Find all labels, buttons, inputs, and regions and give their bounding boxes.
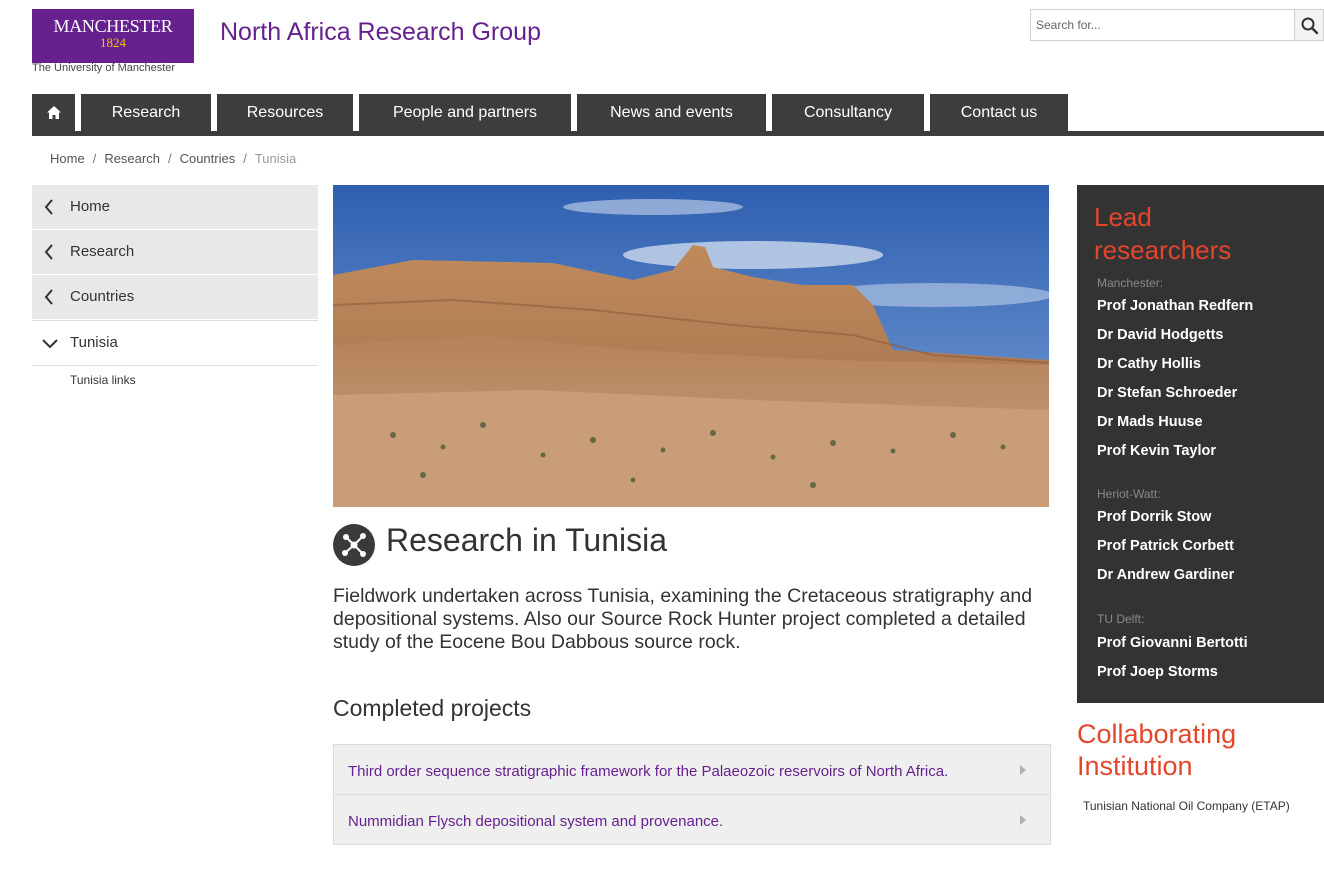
breadcrumb-countries[interactable]: Countries <box>180 151 236 166</box>
project-link-nummidian[interactable]: Nummidian Flysch depositional system and… <box>334 795 1050 845</box>
breadcrumb: Home / Research / Countries / Tunisia <box>50 151 297 166</box>
project-title: Third order sequence stratigraphic frame… <box>348 763 949 780</box>
leftnav-sub-tunisia-links[interactable]: Tunisia links <box>70 373 136 387</box>
researcher-link[interactable]: Prof Jonathan Redfern <box>1097 298 1253 314</box>
breadcrumb-home[interactable]: Home <box>50 151 85 166</box>
search-icon <box>1301 17 1319 35</box>
leftnav-label: Research <box>70 243 135 260</box>
search-input[interactable] <box>1030 9 1294 41</box>
researcher-link[interactable]: Dr David Hodgetts <box>1097 327 1224 343</box>
nav-tab-resources[interactable]: Resources <box>217 94 353 131</box>
network-icon <box>333 524 375 566</box>
researcher-link[interactable]: Dr Stefan Schroeder <box>1097 385 1237 401</box>
collaborating-institution-heading: Collaborating Institution <box>1077 719 1237 781</box>
leftnav-item-countries[interactable]: Countries <box>32 275 318 320</box>
collaborating-institution-name: Tunisian National Oil Company (ETAP) <box>1083 799 1290 813</box>
leftnav-item-home[interactable]: Home <box>32 185 318 230</box>
intro-paragraph: Fieldwork undertaken across Tunisia, exa… <box>333 585 1033 653</box>
breadcrumb-current: Tunisia <box>254 151 297 166</box>
researcher-link[interactable]: Prof Giovanni Bertotti <box>1097 635 1248 651</box>
main-navigation: Research Resources People and partners N… <box>32 94 1324 136</box>
researcher-link[interactable]: Prof Patrick Corbett <box>1097 538 1234 554</box>
leftnav-item-research[interactable]: Research <box>32 230 318 275</box>
project-list: Third order sequence stratigraphic frame… <box>333 744 1051 845</box>
project-link-palaeozoic[interactable]: Third order sequence stratigraphic frame… <box>334 745 1050 795</box>
logo-year: 1824 <box>100 35 126 50</box>
page-title-text: Research in Tunisia <box>386 522 668 558</box>
leftnav-item-tunisia[interactable]: Tunisia <box>32 320 318 366</box>
caret-right-icon <box>1020 814 1026 825</box>
researcher-link[interactable]: Prof Kevin Taylor <box>1097 443 1216 459</box>
site-title[interactable]: North Africa Research Group <box>220 18 541 47</box>
group-label-tu-delft: TU Delft: <box>1097 612 1145 626</box>
desert-landscape-image <box>333 185 1049 507</box>
completed-projects-heading: Completed projects <box>333 695 532 721</box>
leftnav-label: Home <box>70 198 111 215</box>
hero-image <box>333 185 1049 507</box>
researcher-link[interactable]: Prof Joep Storms <box>1097 664 1218 680</box>
nav-tab-news-and-events[interactable]: News and events <box>577 94 766 131</box>
group-label-manchester: Manchester: <box>1097 276 1164 290</box>
nav-underline <box>32 131 1324 136</box>
nav-tab-people-and-partners[interactable]: People and partners <box>359 94 571 131</box>
leftnav-label: Tunisia <box>70 334 118 351</box>
search-button[interactable] <box>1294 9 1324 41</box>
lead-researchers-heading: Lead researchers <box>1094 202 1232 265</box>
logo-subtitle: The University of Manchester <box>32 62 176 74</box>
lead-researchers-panel: Lead researchers Manchester: Prof Jonath… <box>1077 185 1324 703</box>
nav-home-tab[interactable] <box>32 94 75 131</box>
researcher-link[interactable]: Dr Andrew Gardiner <box>1097 567 1234 583</box>
logo-wordmark: MANCHESTER <box>53 16 173 36</box>
researcher-link[interactable]: Prof Dorrik Stow <box>1097 509 1211 525</box>
chevron-down-icon <box>42 339 58 349</box>
researcher-link[interactable]: Dr Mads Huuse <box>1097 414 1203 430</box>
chevron-left-icon <box>44 289 53 305</box>
nav-tab-consultancy[interactable]: Consultancy <box>772 94 924 131</box>
home-icon <box>46 106 61 119</box>
group-label-heriot-watt: Heriot-Watt: <box>1097 487 1161 501</box>
caret-right-icon <box>1020 764 1026 775</box>
search-form <box>1030 9 1324 41</box>
section-navigation: Home Research Countries Tunisia Tunisia … <box>32 185 318 387</box>
chevron-left-icon <box>44 199 53 215</box>
nav-tab-research[interactable]: Research <box>81 94 211 131</box>
university-logo[interactable]: MANCHESTER 1824 <box>32 9 194 63</box>
nav-tab-contact-us[interactable]: Contact us <box>930 94 1068 131</box>
breadcrumb-research[interactable]: Research <box>104 151 160 166</box>
researcher-link[interactable]: Dr Cathy Hollis <box>1097 356 1201 372</box>
chevron-left-icon <box>44 244 53 260</box>
leftnav-label: Countries <box>70 288 135 305</box>
project-title: Nummidian Flysch depositional system and… <box>348 813 724 830</box>
